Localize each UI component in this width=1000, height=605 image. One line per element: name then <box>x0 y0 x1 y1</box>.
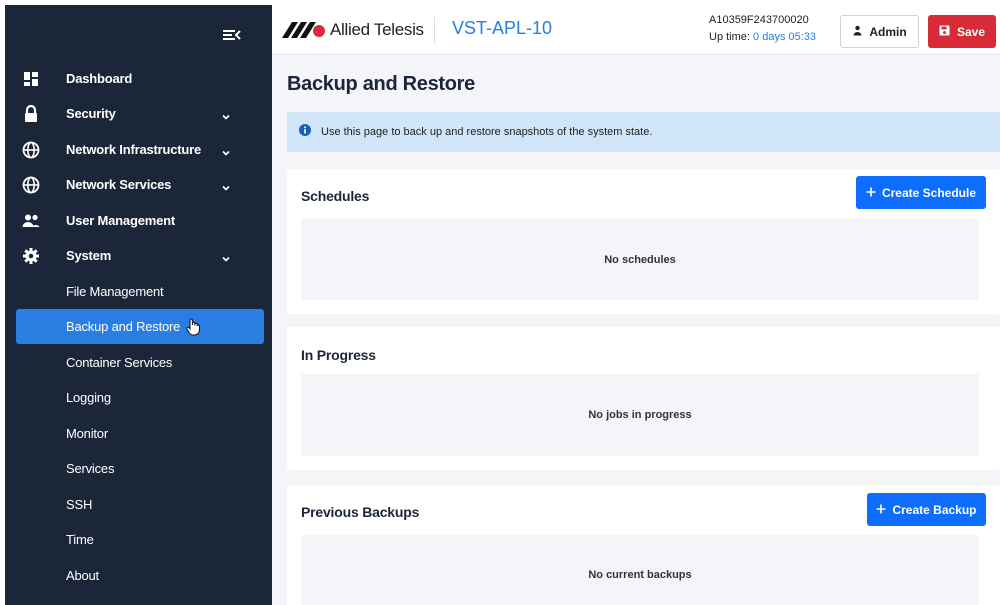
button-label: Create Backup <box>892 502 977 517</box>
hand-cursor-icon <box>186 318 200 341</box>
sidebar-item-label: User Management <box>66 213 175 228</box>
serial-number: A10359F243700020 <box>709 14 809 26</box>
button-label: Create Schedule <box>881 185 977 200</box>
sidebar-item-label: Network Infrastructure <box>66 142 202 157</box>
brand-logo: Allied Telesis <box>282 20 424 40</box>
sidebar-item-label: Network Services <box>66 177 172 192</box>
info-banner: Use this page to back up and restore sna… <box>287 112 1000 152</box>
globe-icon <box>22 176 40 194</box>
sidebar-item-system[interactable]: System <box>5 238 272 273</box>
previous-backups-card: Previous Backups Create Backup No curren… <box>287 485 1000 605</box>
sidebar-item-user-management[interactable]: User Management <box>5 203 272 238</box>
sidebar-item-dashboard[interactable]: Dashboard <box>5 61 272 96</box>
schedules-empty-state: No schedules <box>301 219 979 300</box>
uptime-value: 0 days 05:33 <box>753 31 817 43</box>
sidebar-item-network-infrastructure[interactable]: Network Infrastructure <box>5 132 272 167</box>
create-backup-button[interactable]: Create Backup <box>867 493 986 526</box>
sidebar-item-label: Security <box>66 106 116 121</box>
sidebar-item-about[interactable]: About <box>5 558 272 593</box>
sidebar-item-ssh[interactable]: SSH <box>5 487 272 522</box>
plus-icon <box>866 186 876 200</box>
sidebar-item-label: Container Services <box>66 355 173 370</box>
sidebar-item-label: Monitor <box>66 426 108 441</box>
lock-icon <box>22 104 40 123</box>
device-name: VST-APL-10 <box>452 18 553 38</box>
floppy-disk-icon <box>939 25 950 39</box>
sidebar-item-backup-and-restore[interactable]: Backup and Restore <box>16 309 264 344</box>
sidebar-item-label: File Management <box>66 284 164 299</box>
sidebar-item-label: Services <box>66 461 115 476</box>
header-divider <box>434 17 435 43</box>
chevron-down-icon <box>221 109 231 120</box>
card-title: Schedules <box>301 188 370 204</box>
sidebar: Dashboard Security Network Infrastructur… <box>5 5 272 605</box>
admin-button[interactable]: Admin <box>840 15 919 48</box>
sidebar-item-file-management[interactable]: File Management <box>5 274 272 309</box>
sidebar-item-monitor[interactable]: Monitor <box>5 416 272 451</box>
brand-name: Allied Telesis <box>330 20 424 39</box>
empty-message: No current backups <box>588 569 692 581</box>
chevron-down-icon <box>221 180 231 191</box>
top-header: Allied Telesis VST-APL-10 A10359F2437000… <box>272 5 1000 55</box>
sidebar-item-services[interactable]: Services <box>5 451 272 486</box>
sidebar-item-label: SSH <box>66 497 93 512</box>
dashboard-icon <box>22 70 40 88</box>
uptime-label: Up time: <box>709 31 750 43</box>
plus-icon <box>876 503 886 517</box>
empty-message: No schedules <box>604 253 676 266</box>
schedules-card: Schedules Create Schedule No schedules <box>287 169 1000 314</box>
sidebar-item-security[interactable]: Security <box>5 96 272 131</box>
card-title: In Progress <box>301 347 376 363</box>
admin-label: Admin <box>869 24 907 39</box>
user-icon <box>852 25 863 39</box>
save-label: Save <box>956 24 986 39</box>
sidebar-item-logging[interactable]: Logging <box>5 380 272 415</box>
chevron-down-icon <box>221 145 231 156</box>
info-text: Use this page to back up and restore sna… <box>321 126 653 138</box>
page-title: Backup and Restore <box>287 73 475 95</box>
previous-backups-empty-state: No current backups <box>301 535 979 605</box>
sidebar-item-time[interactable]: Time <box>5 522 272 557</box>
globe-icon <box>22 141 40 159</box>
card-title: Previous Backups <box>301 504 420 520</box>
save-button[interactable]: Save <box>928 15 996 48</box>
sidebar-item-label: Dashboard <box>66 71 133 86</box>
sidebar-item-label: System <box>66 248 112 263</box>
chevron-down-icon <box>221 251 231 262</box>
sidebar-item-label: Time <box>66 532 94 547</box>
in-progress-card: In Progress No jobs in progress <box>287 327 1000 470</box>
sidebar-item-container-services[interactable]: Container Services <box>5 345 272 380</box>
allied-telesis-logo-icon <box>282 22 325 38</box>
create-schedule-button[interactable]: Create Schedule <box>856 176 986 209</box>
collapse-sidebar-icon[interactable] <box>222 27 244 45</box>
sidebar-item-network-services[interactable]: Network Services <box>5 167 272 202</box>
app-frame: Dashboard Security Network Infrastructur… <box>5 5 1000 605</box>
users-icon <box>22 212 40 230</box>
in-progress-empty-state: No jobs in progress <box>301 374 979 456</box>
info-icon <box>299 123 311 141</box>
sidebar-item-label: Backup and Restore <box>66 319 181 334</box>
empty-message: No jobs in progress <box>588 409 692 421</box>
sidebar-item-label: Logging <box>66 390 111 405</box>
sidebar-item-label: About <box>66 568 99 583</box>
gear-icon <box>22 247 40 265</box>
uptime: Up time: 0 days 05:33 <box>709 31 816 43</box>
